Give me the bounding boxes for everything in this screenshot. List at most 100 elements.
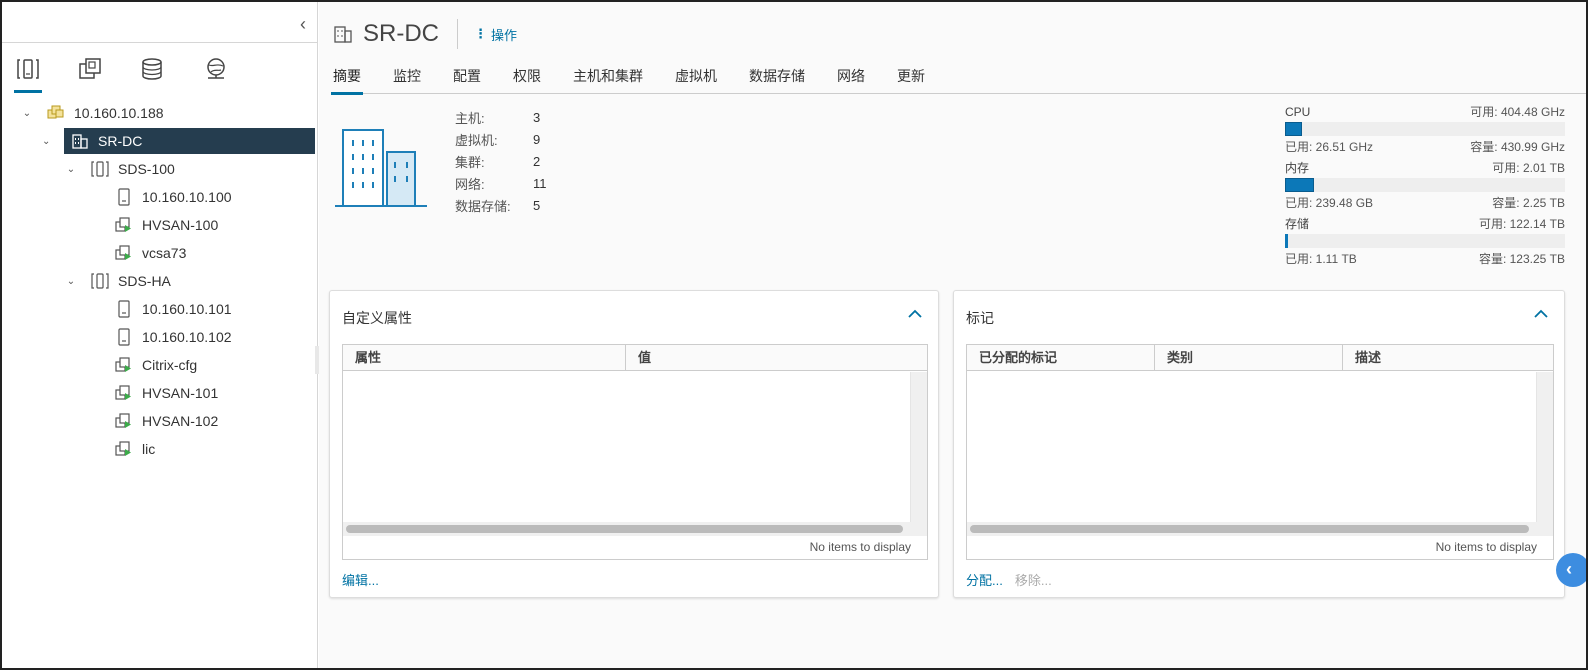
chevron-left-icon: ‹	[1566, 559, 1572, 579]
card-actions: 分配... 移除...	[966, 570, 1064, 589]
horizontal-scrollbar[interactable]	[967, 522, 1553, 536]
stat-hosts: 主机: 3	[455, 109, 541, 126]
resource-meters: CPU 可用: 404.48 GHz 已用: 26.51 GHz 容量: 430…	[1285, 104, 1565, 272]
collapse-navigator-icon[interactable]: ‹	[300, 14, 314, 34]
assign-tag-link[interactable]: 分配...	[966, 570, 1003, 589]
tree-item-vm[interactable]: HVSAN-101	[114, 380, 304, 406]
tree-item-cluster-sds-ha[interactable]: ⌄ SDS-HA	[64, 268, 304, 294]
tab-vms[interactable]: 虚拟机	[675, 64, 717, 94]
tree-item-vm[interactable]: HVSAN-102	[114, 408, 304, 434]
tab-configure[interactable]: 配置	[453, 64, 481, 94]
grid-header: 属性 值	[343, 345, 927, 371]
tab-summary[interactable]: 摘要	[331, 64, 363, 95]
memory-usage-fill	[1285, 178, 1315, 192]
card-title: 标记	[966, 310, 994, 326]
tags-grid: 已分配的标记 类别 描述 No items to display	[966, 344, 1554, 560]
horizontal-scrollbar[interactable]	[343, 522, 927, 536]
scrollbar-thumb[interactable]	[346, 525, 903, 533]
page-title: SR-DC	[363, 20, 439, 47]
edit-link[interactable]: 编辑...	[342, 570, 379, 589]
expand-caret-icon[interactable]: ⌄	[20, 108, 34, 119]
column-header[interactable]: 已分配的标记	[967, 345, 1155, 370]
inventory-stats: 主机: 3 虚拟机: 9 集群: 2 网络: 11 数据存储: 5	[455, 106, 547, 216]
tree-item-vm[interactable]: lic	[114, 436, 304, 462]
vm-powered-on-icon	[114, 215, 134, 235]
collapse-card-button[interactable]	[1532, 305, 1550, 323]
storage-tab[interactable]	[132, 57, 172, 93]
tree-item-host[interactable]: 10.160.10.102	[114, 324, 304, 350]
stat-networks: 网络: 11	[455, 175, 547, 192]
vertical-scrollbar[interactable]	[1536, 372, 1553, 522]
tab-monitor[interactable]: 监控	[393, 64, 421, 94]
column-header[interactable]: 类别	[1155, 345, 1343, 370]
vertical-scrollbar[interactable]	[910, 372, 927, 522]
datacenter-icon	[70, 131, 90, 151]
card-actions: 编辑...	[342, 570, 391, 589]
host-icon	[114, 327, 134, 347]
expand-caret-icon[interactable]: ⌄	[64, 276, 78, 287]
stat-clusters: 集群: 2	[455, 153, 541, 170]
hosts-clusters-tab[interactable]	[8, 57, 48, 93]
object-tabs: 摘要 监控 配置 权限 主机和集群 虚拟机 数据存储 网络 更新	[331, 64, 1586, 95]
tree-item-label: vcsa73	[142, 245, 187, 261]
cluster-icon	[90, 271, 110, 291]
expand-caret-icon[interactable]: ⌄	[64, 164, 78, 175]
chevron-up-icon	[1534, 309, 1548, 318]
expand-caret-icon[interactable]: ⌄	[42, 136, 50, 147]
tree-item-label: SR-DC	[98, 133, 143, 149]
vertical-ellipsis-icon: ⋮	[474, 26, 487, 41]
tree-item-host[interactable]: 10.160.10.100	[114, 184, 304, 210]
tab-datastores[interactable]: 数据存储	[749, 64, 805, 94]
expand-caret[interactable]: ⌄	[42, 128, 62, 154]
tree-item-label: HVSAN-100	[142, 217, 219, 233]
object-workspace: SR-DC ⋮ 操作 摘要 监控 配置 权限 主机和集群 虚拟机 数据存储 网络…	[319, 2, 1586, 668]
grid-body	[343, 372, 910, 522]
tab-networks[interactable]: 网络	[837, 64, 865, 94]
vm-powered-on-icon	[114, 355, 134, 375]
tab-hosts-clusters[interactable]: 主机和集群	[573, 64, 643, 94]
cpu-meter: CPU 可用: 404.48 GHz 已用: 26.51 GHz 容量: 430…	[1285, 105, 1565, 154]
expand-side-panel-button[interactable]: ‹	[1556, 553, 1586, 587]
scrollbar-thumb[interactable]	[970, 525, 1529, 533]
tree-item-label: HVSAN-101	[142, 385, 219, 401]
tree-item-label: HVSAN-102	[142, 413, 219, 429]
memory-meter: 内存 可用: 2.01 TB 已用: 239.48 GB 容量: 2.25 TB	[1285, 161, 1565, 210]
collapse-card-button[interactable]	[906, 305, 924, 323]
host-icon	[114, 299, 134, 319]
networking-tab[interactable]	[196, 57, 236, 93]
tree-item-datacenter[interactable]: SR-DC	[64, 128, 315, 154]
app-window: ‹ ⌄ 10.160.10.188 SR-DC ⌄ ⌄ SDS-100 10.1…	[0, 0, 1588, 670]
hosts-clusters-icon	[17, 59, 39, 79]
cluster-icon	[90, 159, 110, 179]
host-icon	[114, 187, 134, 207]
grid-footer-status: No items to display	[809, 540, 911, 554]
vm-powered-on-icon	[114, 439, 134, 459]
grid-footer-status: No items to display	[1435, 540, 1537, 554]
grid-header: 已分配的标记 类别 描述	[967, 345, 1553, 371]
tree-item-label: 10.160.10.101	[142, 301, 232, 317]
actions-menu-button[interactable]: ⋮ 操作	[474, 25, 517, 44]
tree-item-vcenter[interactable]: ⌄ 10.160.10.188	[20, 100, 310, 126]
tab-permissions[interactable]: 权限	[513, 64, 541, 94]
tags-card: 标记 已分配的标记 类别 描述 No items to display 分配..…	[953, 290, 1565, 598]
tree-item-cluster-sds-100[interactable]: ⌄ SDS-100	[64, 156, 304, 182]
custom-attributes-grid: 属性 值 No items to display	[342, 344, 928, 560]
cpu-usage-bar	[1285, 122, 1565, 136]
actions-label: 操作	[491, 27, 518, 43]
vms-templates-tab[interactable]	[70, 57, 110, 93]
stat-datastores: 数据存储: 5	[455, 197, 541, 214]
memory-usage-bar	[1285, 178, 1565, 192]
tree-item-vm[interactable]: vcsa73	[114, 240, 304, 266]
tree-item-label: Citrix-cfg	[142, 357, 198, 373]
tree-item-host[interactable]: 10.160.10.101	[114, 296, 304, 322]
column-header[interactable]: 属性	[343, 345, 626, 370]
column-header[interactable]: 描述	[1343, 345, 1553, 370]
tab-updates[interactable]: 更新	[897, 64, 925, 94]
tree-item-label: SDS-100	[118, 161, 175, 177]
remove-tag-link[interactable]: 移除...	[1015, 570, 1052, 589]
storage-meter: 存储 可用: 122.14 TB 已用: 1.11 TB 容量: 123.25 …	[1285, 217, 1565, 266]
column-header[interactable]: 值	[626, 345, 927, 370]
tree-item-label: lic	[142, 441, 156, 457]
tree-item-vm[interactable]: HVSAN-100	[114, 212, 304, 238]
tree-item-vm[interactable]: Citrix-cfg	[114, 352, 304, 378]
